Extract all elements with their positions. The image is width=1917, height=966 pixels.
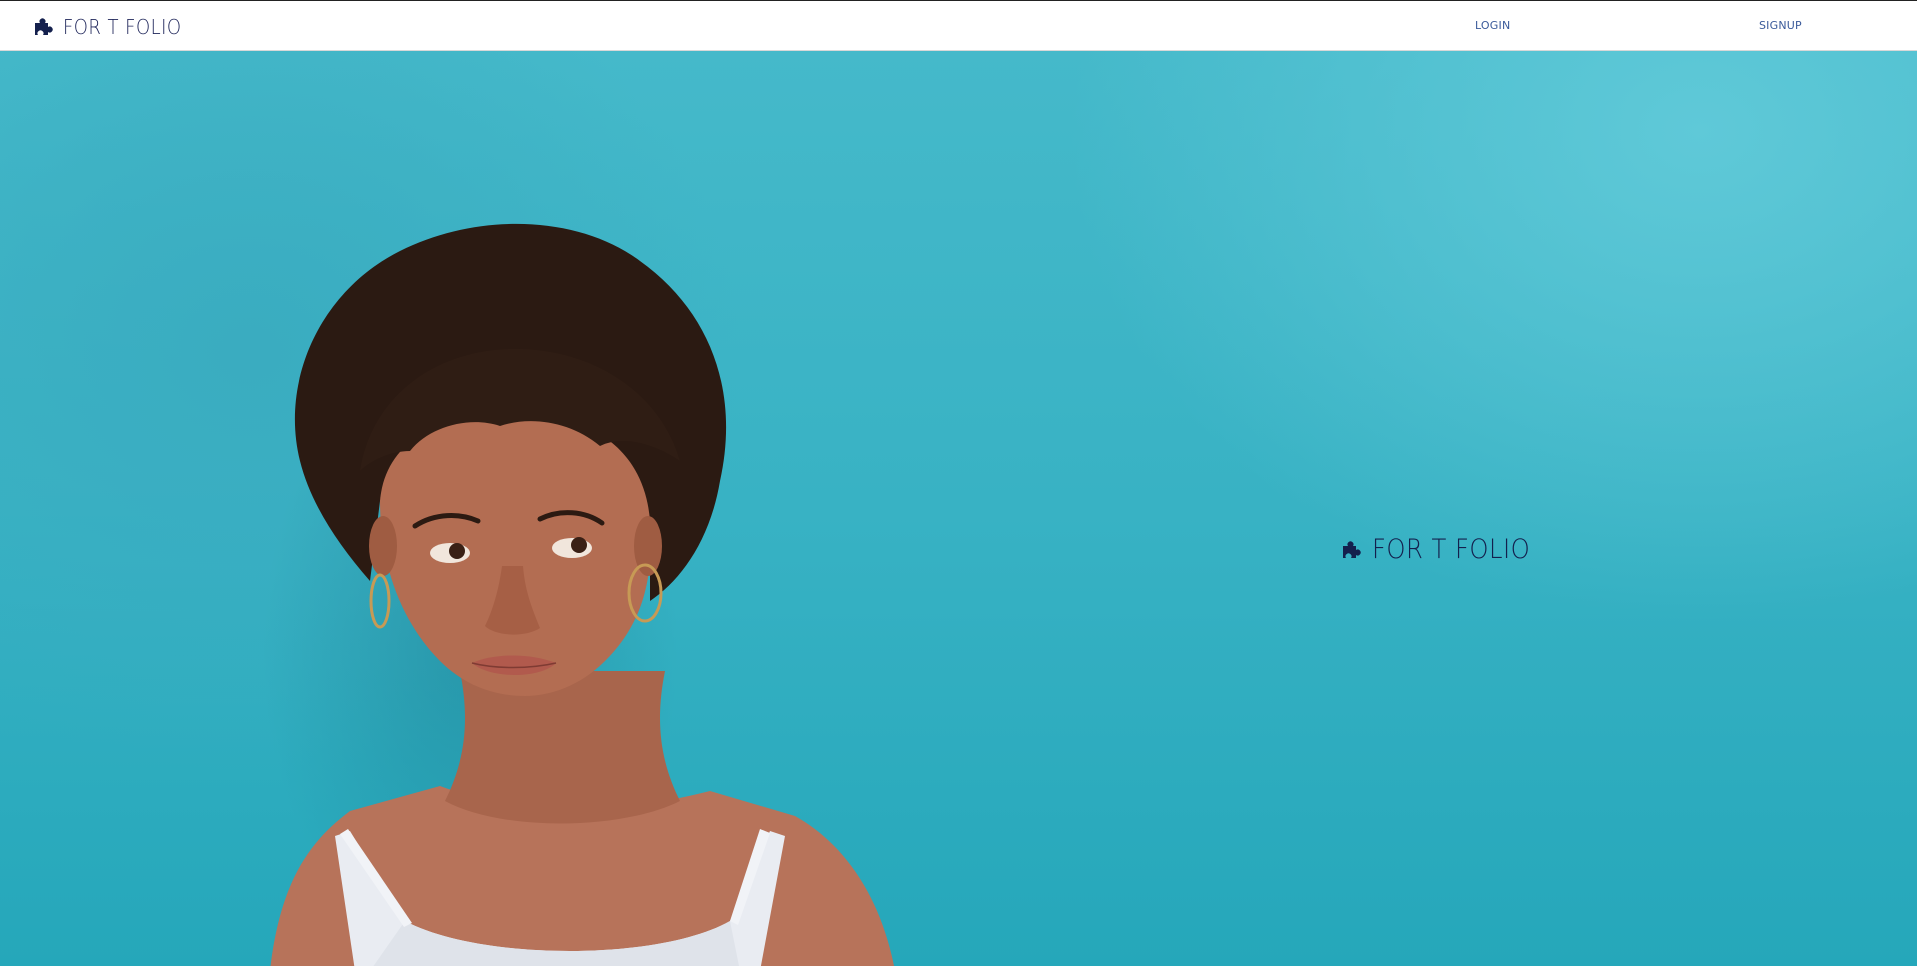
hero-woman-photo <box>270 223 894 966</box>
hero-banner: FOR T FOLIO <box>0 51 1917 966</box>
puzzle-piece-icon <box>32 16 54 38</box>
login-link[interactable]: LOGIN <box>1475 19 1510 32</box>
hero-brand-name: FOR T FOLIO <box>1372 534 1531 565</box>
signup-link[interactable]: SIGNUP <box>1759 19 1802 32</box>
navbar-brand-name: FOR T FOLIO <box>63 15 182 39</box>
hero-brand-logo: FOR T FOLIO <box>1340 534 1548 565</box>
navbar-brand-logo[interactable]: FOR T FOLIO <box>32 14 195 40</box>
top-navbar: FOR T FOLIO LOGIN SIGNUP <box>0 0 1917 51</box>
puzzle-piece-icon <box>1340 539 1362 561</box>
